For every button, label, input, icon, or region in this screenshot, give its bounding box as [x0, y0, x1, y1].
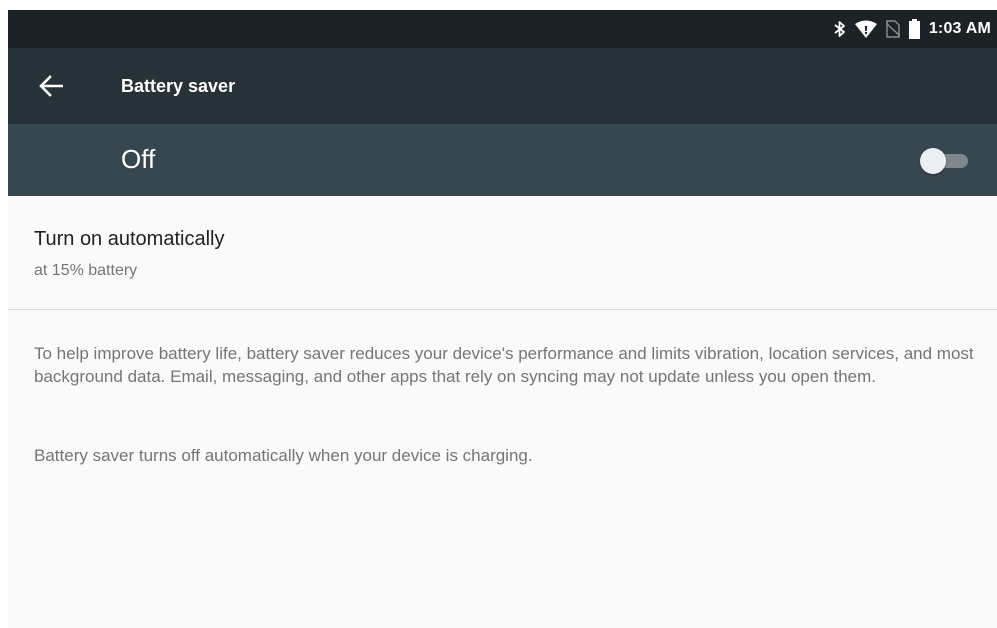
status-icons: 1:03 AM [834, 10, 991, 48]
battery-icon [908, 19, 920, 39]
back-button[interactable] [34, 70, 68, 102]
toggle-thumb [920, 148, 946, 174]
switch-label: Off [121, 144, 156, 174]
wifi-icon [854, 20, 877, 38]
toolbar: Battery saver [8, 48, 997, 124]
page-title: Battery saver [121, 76, 236, 96]
bluetooth-icon [834, 20, 846, 38]
settings-screen: 1:03 AM Battery saver Off Turn on automa… [8, 10, 997, 628]
preference-summary: at 15% battery [34, 262, 138, 279]
status-time: 1:03 AM [928, 20, 991, 37]
no-sim-icon [885, 20, 900, 38]
footer-charging-note: Battery saver turns off automatically wh… [34, 446, 533, 465]
battery-saver-toggle[interactable] [920, 148, 972, 174]
divider [8, 309, 997, 310]
arrow-back-icon [39, 75, 63, 97]
footer-description: To help improve battery life, battery sa… [34, 344, 974, 386]
status-bar: 1:03 AM [8, 10, 997, 48]
turn-on-automatically-preference[interactable]: Turn on automatically at 15% battery [8, 196, 997, 310]
preference-title: Turn on automatically [34, 228, 225, 250]
master-switch-bar[interactable]: Off [8, 124, 997, 196]
